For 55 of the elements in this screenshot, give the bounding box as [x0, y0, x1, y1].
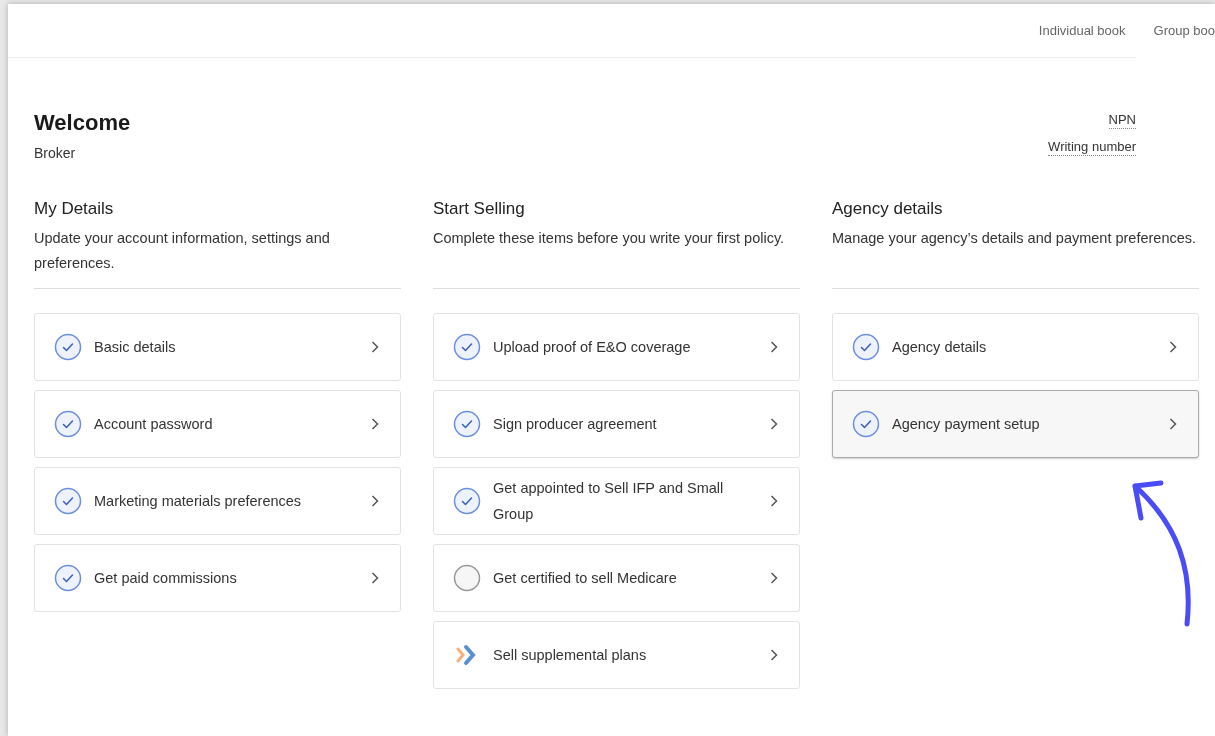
chevron-right-icon [371, 572, 379, 584]
chevron-right-icon [770, 649, 778, 661]
checklist-item[interactable]: Basic details [34, 313, 401, 381]
check-circle-icon [453, 410, 481, 438]
item-label: Get appointed to Sell IFP and Small Group [493, 479, 725, 524]
item-label: Marketing materials preferences [94, 492, 303, 511]
item-label: Sell supplemental plans [493, 646, 648, 665]
checklist-item[interactable]: Sell supplemental plans [433, 621, 800, 689]
chevron-right-icon [371, 418, 379, 430]
chevron-right-icon [770, 418, 778, 430]
check-circle-icon [852, 333, 880, 361]
checklist-item[interactable]: Get paid commissions [34, 544, 401, 612]
empty-circle-icon [453, 564, 481, 592]
checklist-item[interactable]: Agency details [832, 313, 1199, 381]
nav-link[interactable]: Group boo [1153, 20, 1215, 41]
section-title: My Details [34, 198, 115, 220]
check-circle-icon [54, 487, 82, 515]
check-circle-icon [54, 410, 82, 438]
checklist-item[interactable]: Upload proof of E&O coverage [433, 313, 800, 381]
item-label: Account password [94, 415, 214, 434]
section-description: Update your account information, settings and preferences. [34, 229, 331, 273]
section-title: Agency details [832, 198, 944, 220]
item-label: Agency details [892, 338, 988, 357]
tooltip-term[interactable]: NPN [1108, 112, 1136, 129]
checklist-item[interactable]: Sign producer agreement [433, 390, 800, 458]
section-title: Start Selling [433, 198, 526, 220]
check-circle-icon [54, 333, 82, 361]
check-circle-icon [453, 487, 481, 515]
role-label: Broker [34, 144, 77, 162]
welcome-heading: Welcome [34, 110, 131, 136]
checklist-item[interactable]: Agency payment setup [832, 390, 1199, 458]
item-label: Sign producer agreement [493, 415, 658, 434]
chevron-right-icon [371, 341, 379, 353]
check-circle-icon [852, 410, 880, 438]
checklist-item[interactable]: Marketing materials preferences [34, 467, 401, 535]
section-description: Complete these items before you write your first policy. [433, 229, 786, 248]
item-label: Get certified to sell Medicare [493, 569, 678, 588]
chevron-right-icon [1169, 418, 1177, 430]
item-label: Upload proof of E&O coverage [493, 338, 692, 357]
checklist-item[interactable]: Get certified to sell Medicare [433, 544, 800, 612]
check-circle-icon [54, 564, 82, 592]
chevron-right-icon [770, 495, 778, 507]
checklist-item[interactable]: Account password [34, 390, 401, 458]
chevron-right-icon [770, 572, 778, 584]
item-label: Basic details [94, 338, 177, 357]
chevron-right-icon [1169, 341, 1177, 353]
nav-link[interactable]: Individual book [1038, 20, 1126, 41]
checklist-item[interactable]: Get appointed to Sell IFP and Small Group [433, 467, 800, 535]
section-description: Manage your agency’s details and payment preferences. [832, 229, 1198, 248]
item-label: Get paid commissions [94, 569, 238, 588]
chevron-right-icon [770, 341, 778, 353]
chevron-right-icon [371, 495, 379, 507]
check-circle-icon [453, 333, 481, 361]
tooltip-term[interactable]: Writing number [1048, 139, 1136, 156]
item-label: Agency payment setup [892, 415, 1041, 434]
